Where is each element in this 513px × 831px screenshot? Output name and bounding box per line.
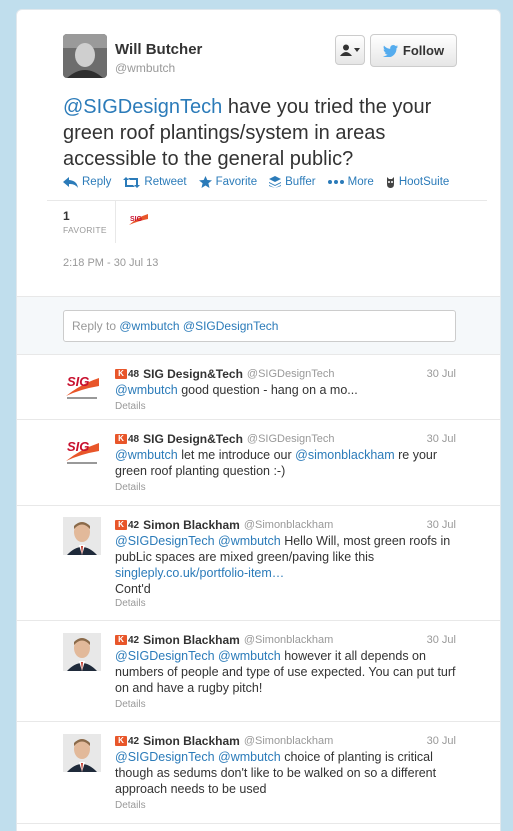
author-handle[interactable]: @wmbutch bbox=[115, 61, 175, 75]
reply-author-name[interactable]: Simon Blackham bbox=[143, 518, 240, 532]
reply-date[interactable]: 30 Jul bbox=[427, 735, 456, 747]
reply-header: K 42 Simon Blackham @Simonblackham bbox=[115, 518, 333, 532]
reply-date[interactable]: 30 Jul bbox=[427, 634, 456, 646]
reply-item[interactable]: SIG K 48 SIG Design&Tech @SIGDesignTech 3… bbox=[17, 355, 500, 420]
hootsuite-action[interactable]: HootSuite bbox=[386, 176, 450, 188]
reply-item[interactable]: K 42 Simon Blackham @Simonblackham 30 Jul… bbox=[17, 621, 500, 722]
sig-logo-avatar[interactable]: SIG bbox=[63, 366, 101, 404]
reply-mention[interactable]: @wmbutch bbox=[115, 448, 178, 462]
reply-area: Reply to @wmbutch @SIGDesignTech bbox=[17, 297, 500, 355]
hootsuite-label: HootSuite bbox=[398, 176, 450, 188]
retweet-action[interactable]: Retweet bbox=[123, 176, 187, 188]
reply-url-link[interactable]: singleply.co.uk/portfolio-item… bbox=[115, 566, 284, 580]
favoriter-avatar[interactable]: SIG bbox=[127, 211, 149, 227]
reply-text: @SIGDesignTech @wmbutch Hello Will, most… bbox=[115, 534, 451, 596]
buffer-action[interactable]: Buffer bbox=[269, 176, 316, 188]
reply-author-handle[interactable]: @SIGDesignTech bbox=[247, 368, 335, 380]
svg-text:SIG: SIG bbox=[130, 216, 143, 223]
reply-item[interactable]: K 42 Simon Blackham @Simonblackham 30 Jul… bbox=[17, 722, 500, 824]
reply-author-name[interactable]: Simon Blackham bbox=[143, 633, 240, 647]
reply-item[interactable]: SIG K 48 SIG Design&Tech @SIGDesignTech 3… bbox=[17, 420, 500, 506]
reply-mention[interactable]: @SIGDesignTech @wmbutch bbox=[115, 534, 281, 548]
reply-input[interactable]: Reply to @wmbutch @SIGDesignTech bbox=[63, 310, 456, 342]
tweet-card: Will Butcher @wmbutch Follow @SIGDesignT… bbox=[16, 9, 501, 831]
reply-header: K 48 SIG Design&Tech @SIGDesignTech bbox=[115, 432, 335, 446]
reply-details-link[interactable]: Details bbox=[115, 699, 146, 710]
reply-mention[interactable]: @SIGDesignTech @wmbutch bbox=[115, 649, 281, 663]
klout-badge: K 42 bbox=[115, 635, 139, 646]
reply-text: @SIGDesignTech @wmbutch however it all d… bbox=[115, 649, 456, 695]
klout-badge: K 42 bbox=[115, 736, 139, 747]
reply-mention[interactable]: @wmbutch bbox=[115, 383, 178, 397]
klout-badge: K 48 bbox=[115, 369, 139, 380]
retweet-label: Retweet bbox=[144, 176, 187, 188]
author-name[interactable]: Will Butcher bbox=[115, 41, 202, 58]
buffer-label: Buffer bbox=[285, 176, 316, 188]
more-dots-icon bbox=[327, 180, 344, 184]
user-actions-button[interactable] bbox=[335, 35, 365, 65]
klout-badge: K 48 bbox=[115, 434, 139, 445]
favorite-count[interactable]: 1 bbox=[63, 209, 70, 223]
reply-mention[interactable]: @simonblackham bbox=[295, 448, 395, 462]
reply-header: K 42 Simon Blackham @Simonblackham bbox=[115, 633, 333, 647]
tweet-timestamp[interactable]: 2:18 PM - 30 Jul 13 bbox=[63, 257, 158, 269]
reply-author-name[interactable]: SIG Design&Tech bbox=[143, 432, 243, 446]
simon-avatar[interactable] bbox=[63, 517, 101, 555]
more-label: More bbox=[347, 176, 374, 188]
reply-label: Reply bbox=[82, 176, 112, 188]
reply-header: K 48 SIG Design&Tech @SIGDesignTech bbox=[115, 367, 335, 381]
reply-text: @SIGDesignTech @wmbutch choice of planti… bbox=[115, 750, 437, 796]
reply-icon bbox=[63, 176, 78, 188]
twitter-bird-icon bbox=[382, 44, 398, 57]
reply-header: K 42 Simon Blackham @Simonblackham bbox=[115, 734, 333, 748]
svg-text:SIG: SIG bbox=[67, 374, 89, 389]
hootsuite-owl-icon bbox=[386, 176, 394, 188]
follow-label: Follow bbox=[402, 43, 445, 58]
favorite-label: Favorite bbox=[215, 176, 258, 188]
reply-details-link[interactable]: Details bbox=[115, 482, 146, 493]
reply-details-link[interactable]: Details bbox=[115, 598, 146, 609]
reply-author-handle[interactable]: @SIGDesignTech bbox=[247, 433, 335, 445]
more-action[interactable]: More bbox=[327, 176, 374, 188]
reply-text: @wmbutch let me introduce our @simonblac… bbox=[115, 448, 438, 478]
reply-author-name[interactable]: Simon Blackham bbox=[143, 734, 240, 748]
reply-input-mentions: @wmbutch @SIGDesignTech bbox=[119, 319, 279, 333]
reply-mention[interactable]: @SIGDesignTech @wmbutch bbox=[115, 750, 281, 764]
caret-down-icon bbox=[354, 48, 360, 52]
star-icon bbox=[198, 176, 212, 188]
reply-details-link[interactable]: Details bbox=[115, 401, 146, 412]
reply-details-link[interactable]: Details bbox=[115, 800, 146, 811]
person-icon bbox=[340, 44, 352, 56]
sig-logo-avatar[interactable]: SIG bbox=[63, 431, 101, 469]
buffer-icon bbox=[269, 176, 282, 188]
reply-date[interactable]: 30 Jul bbox=[427, 368, 456, 380]
tweet-text: @SIGDesignTech have you tried the your g… bbox=[63, 94, 483, 172]
svg-text:SIG: SIG bbox=[67, 439, 89, 454]
retweet-icon bbox=[123, 176, 141, 188]
simon-avatar[interactable] bbox=[63, 633, 101, 671]
reply-input-prefix: Reply to bbox=[72, 319, 120, 333]
tweet-main: Will Butcher @wmbutch Follow @SIGDesignT… bbox=[17, 10, 500, 297]
follow-button[interactable]: Follow bbox=[370, 34, 457, 67]
reply-author-name[interactable]: SIG Design&Tech bbox=[143, 367, 243, 381]
reply-date[interactable]: 30 Jul bbox=[427, 433, 456, 445]
klout-badge: K 42 bbox=[115, 520, 139, 531]
reply-author-handle[interactable]: @Simonblackham bbox=[244, 634, 333, 646]
reply-text: @wmbutch good question - hang on a mo... bbox=[115, 383, 358, 397]
reply-author-handle[interactable]: @Simonblackham bbox=[244, 735, 333, 747]
tweet-stats: 1 FAVORITE SIG bbox=[47, 200, 487, 243]
tweet-mention-link[interactable]: @SIGDesignTech bbox=[63, 96, 222, 118]
stats-divider bbox=[115, 201, 116, 243]
reply-date[interactable]: 30 Jul bbox=[427, 519, 456, 531]
reply-item[interactable]: K 42 Simon Blackham @Simonblackham 30 Jul… bbox=[17, 506, 500, 621]
favorite-count-label: FAVORITE bbox=[63, 225, 107, 235]
author-avatar[interactable] bbox=[63, 34, 107, 78]
favorite-action[interactable]: Favorite bbox=[198, 176, 258, 188]
reply-author-handle[interactable]: @Simonblackham bbox=[244, 519, 333, 531]
simon-avatar[interactable] bbox=[63, 734, 101, 772]
tweet-actions: Reply Retweet Favorite Buffer More HootS… bbox=[63, 176, 461, 188]
reply-action[interactable]: Reply bbox=[63, 176, 111, 188]
